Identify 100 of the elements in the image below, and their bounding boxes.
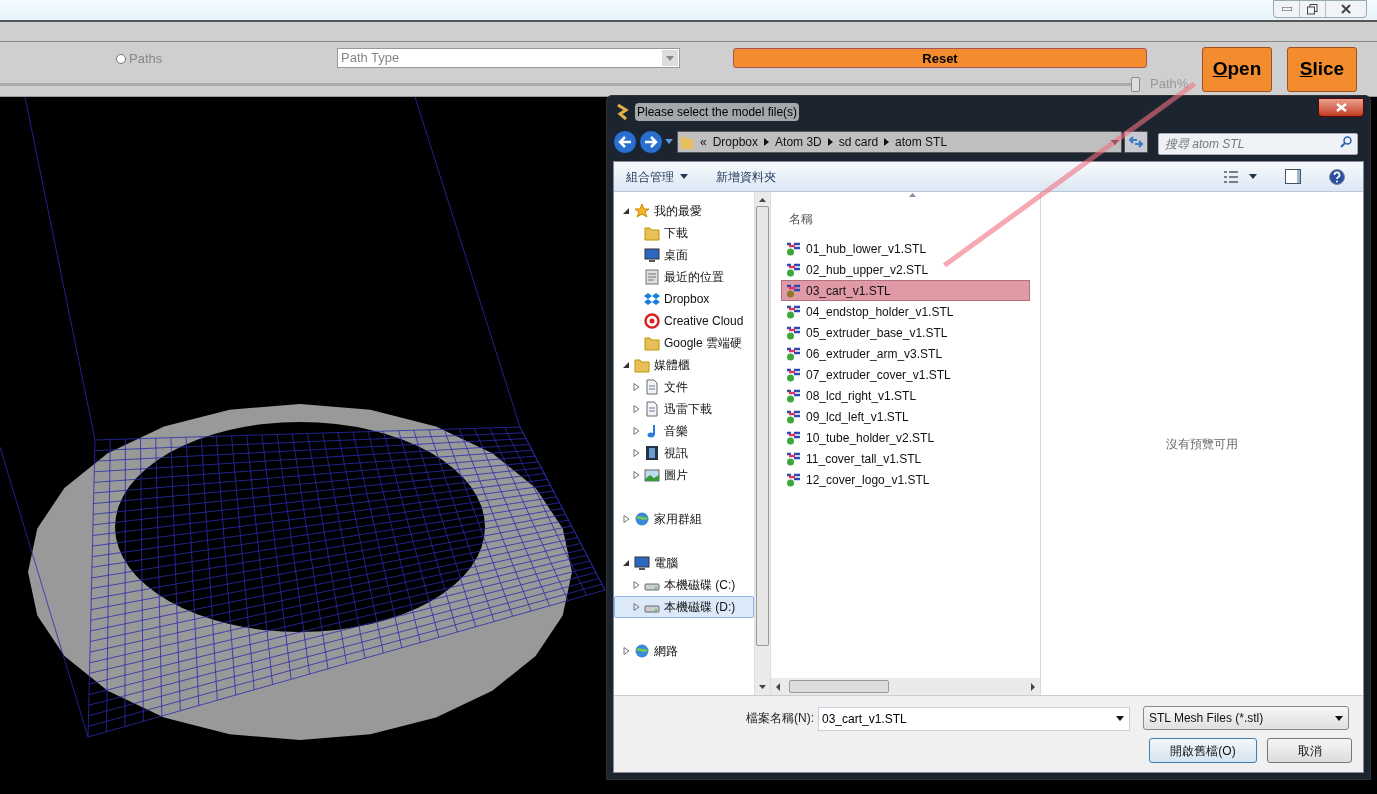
command-button[interactable]: 組合管理 [626, 167, 688, 186]
address-bar[interactable]: « Dropbox Atom 3D sd card atom STL [677, 131, 1122, 153]
breadcrumb-item[interactable]: sd card [838, 133, 879, 151]
folder-icon [644, 335, 660, 351]
stl-file-icon [786, 346, 802, 361]
nav-item[interactable]: 桌面 [614, 244, 754, 266]
nav-item[interactable]: 圖片 [614, 464, 754, 486]
expand-arrow-icon[interactable] [633, 405, 640, 413]
picture-icon [644, 467, 660, 483]
stl-file-icon [786, 388, 802, 403]
path-slider[interactable] [0, 77, 1140, 91]
stl-file-icon [786, 451, 802, 466]
network-icon [634, 643, 650, 659]
expand-arrow-icon[interactable] [633, 581, 640, 589]
expand-arrow-icon[interactable] [633, 427, 640, 435]
command-button[interactable]: 新增資料夾 [716, 167, 776, 186]
breadcrumb-item[interactable]: Atom 3D [775, 133, 822, 151]
file-item[interactable]: 08_lcd_right_v1.STL [781, 385, 1030, 406]
close-icon [1335, 102, 1347, 112]
file-item[interactable]: 02_hub_upper_v2.STL [781, 259, 1030, 280]
nav-item[interactable]: 家用群組 [614, 508, 754, 530]
nav-item[interactable]: 網路 [614, 640, 754, 662]
filename-field[interactable]: 03_cart_v1.STL [818, 707, 1130, 731]
help-icon[interactable] [1329, 168, 1345, 185]
reset-button[interactable]: Reset [733, 48, 1147, 68]
path-type-dropdown[interactable]: Path Type [337, 48, 680, 68]
breadcrumb-item[interactable]: atom STL [895, 133, 948, 151]
collapse-arrow-icon[interactable] [623, 559, 630, 567]
nav-item[interactable]: 文件 [614, 376, 754, 398]
breadcrumb-arrow-icon[interactable] [827, 138, 833, 146]
dropdown-arrow-icon[interactable] [1249, 174, 1257, 179]
dropbox-icon [644, 291, 660, 307]
nav-item[interactable]: 電腦 [614, 552, 754, 574]
horizontal-scrollbar[interactable] [771, 678, 1040, 695]
breadcrumb-arrow-icon[interactable] [764, 138, 770, 146]
file-item[interactable]: 11_cover_tall_v1.STL [781, 448, 1030, 469]
search-icon [1340, 136, 1352, 148]
nav-item[interactable]: 視訊 [614, 442, 754, 464]
folder-icon [634, 357, 650, 373]
nav-item[interactable]: 我的最愛 [614, 200, 754, 222]
open-file-button[interactable]: 開啟舊檔(O) [1149, 738, 1257, 763]
scroll-left-icon[interactable] [775, 682, 781, 691]
back-button[interactable] [613, 130, 637, 154]
nav-item[interactable]: 本機磁碟 (C:) [614, 574, 754, 596]
collapse-arrow-icon[interactable] [623, 361, 630, 369]
preview-pane-icon[interactable] [1285, 169, 1301, 184]
app-logo-icon [615, 103, 629, 121]
dialog-close-button[interactable] [1318, 97, 1364, 117]
breadcrumb-arrow-icon[interactable] [884, 138, 890, 146]
expand-arrow-icon[interactable] [633, 383, 640, 391]
nav-item[interactable]: 迅雷下載 [614, 398, 754, 420]
nav-item[interactable]: Creative Cloud [614, 310, 754, 332]
column-header[interactable]: 名稱 [771, 210, 1040, 234]
scroll-right-icon[interactable] [1030, 682, 1036, 691]
nav-item[interactable]: 下載 [614, 222, 754, 244]
star-icon [634, 203, 650, 219]
nav-item[interactable]: Google 雲端硬 [614, 332, 754, 354]
file-item[interactable]: 06_extruder_arm_v3.STL [781, 343, 1030, 364]
refresh-button[interactable] [1124, 131, 1148, 153]
file-item[interactable]: 07_extruder_cover_v1.STL [781, 364, 1030, 385]
cancel-button[interactable]: 取消 [1267, 738, 1352, 763]
breadcrumb-item[interactable]: « [700, 133, 707, 151]
nav-item[interactable]: 最近的位置 [614, 266, 754, 288]
forward-button[interactable] [639, 130, 663, 154]
file-item[interactable]: 05_extruder_base_v1.STL [781, 322, 1030, 343]
file-item[interactable]: 04_endstop_holder_v1.STL [781, 301, 1030, 322]
breadcrumb-item[interactable]: Dropbox [712, 133, 759, 151]
scroll-thumb[interactable] [756, 206, 769, 646]
file-item[interactable]: 10_tube_holder_v2.STL [781, 427, 1030, 448]
expand-arrow-icon[interactable] [633, 471, 640, 479]
view-options-icon[interactable] [1223, 170, 1239, 183]
expand-arrow-icon[interactable] [623, 515, 630, 523]
file-item[interactable]: 01_hub_lower_v1.STL [781, 238, 1030, 259]
slider-thumb[interactable] [1131, 76, 1140, 92]
file-type-dropdown[interactable]: STL Mesh Files (*.stl) [1143, 706, 1349, 730]
expand-arrow-icon[interactable] [623, 647, 630, 655]
file-item[interactable]: 12_cover_logo_v1.STL [781, 469, 1030, 490]
search-field[interactable]: 搜尋 atom STL [1158, 133, 1358, 155]
stl-file-icon [786, 367, 802, 382]
nav-item[interactable]: 音樂 [614, 420, 754, 442]
nav-item[interactable]: 本機磁碟 (D:) [614, 596, 754, 618]
toolbar-button[interactable]: Slice [1287, 47, 1357, 92]
expand-arrow-icon[interactable] [633, 449, 640, 457]
nav-item[interactable]: 媒體櫃 [614, 354, 754, 376]
paths-radio[interactable] [116, 53, 126, 64]
scroll-thumb[interactable] [789, 680, 889, 693]
nav-item[interactable]: Dropbox [614, 288, 754, 310]
collapse-arrow-icon[interactable] [623, 207, 630, 215]
filename-label: 檔案名稱(N): [746, 710, 814, 727]
file-item[interactable]: 03_cart_v1.STL [781, 280, 1030, 301]
dropdown-arrow-icon[interactable] [1116, 716, 1124, 721]
toolbar-button[interactable]: Open [1202, 47, 1272, 92]
nav-scrollbar[interactable] [754, 192, 771, 695]
folder-icon [644, 225, 660, 241]
expand-arrow-icon[interactable] [633, 603, 640, 611]
history-dropdown-icon[interactable] [665, 139, 673, 145]
monitor-icon [644, 247, 660, 263]
stl-file-icon [786, 283, 802, 298]
file-item[interactable]: 09_lcd_left_v1.STL [781, 406, 1030, 427]
stl-file-icon [786, 472, 802, 487]
